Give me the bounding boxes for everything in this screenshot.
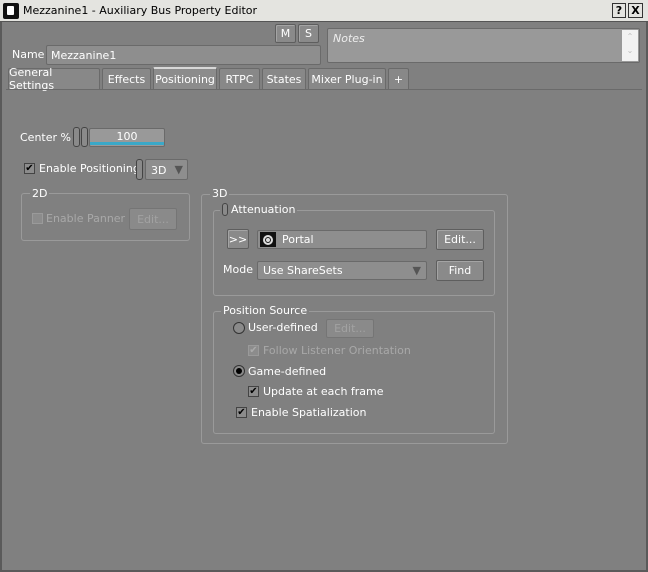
game-defined-radio[interactable]: [233, 365, 245, 377]
find-button[interactable]: Find: [436, 260, 484, 281]
attenuation-group: [213, 210, 495, 296]
enable-spatialization-label: Enable Spatialization: [251, 406, 367, 419]
positioning-mode-value: 3D: [151, 164, 167, 177]
enable-spatialization-checkbox[interactable]: ✔: [236, 407, 247, 418]
attenuation-expand-button[interactable]: >>: [227, 229, 249, 249]
follow-listener-checkbox[interactable]: ✔: [248, 345, 259, 356]
rtpc-handle-icon[interactable]: [222, 203, 228, 216]
user-defined-radio[interactable]: [233, 322, 245, 334]
center-slider[interactable]: 100: [89, 128, 165, 147]
tab-states[interactable]: States: [262, 68, 306, 89]
mode-label: Mode: [223, 263, 253, 276]
edit-panner-button[interactable]: Edit...: [129, 208, 177, 230]
attenuation-shareset-icon: [260, 232, 276, 247]
close-button[interactable]: X: [628, 3, 643, 18]
tab-content-divider: [6, 89, 642, 90]
follow-listener-label: Follow Listener Orientation: [263, 344, 411, 357]
enable-positioning-checkbox[interactable]: ✔: [24, 163, 35, 174]
rtpc-handle-icon[interactable]: [136, 159, 143, 180]
attenuation-mode-dropdown[interactable]: Use ShareSets ▼: [257, 261, 427, 280]
center-slider-fill: [90, 142, 164, 145]
mute-button[interactable]: M: [275, 24, 296, 43]
tab-mixer-plugin[interactable]: Mixer Plug-in: [308, 68, 386, 89]
update-each-frame-checkbox[interactable]: ✔: [248, 386, 259, 397]
solo-button[interactable]: S: [298, 24, 319, 43]
notes-scrollbar[interactable]: ⌃ ⌄: [622, 30, 638, 61]
user-defined-label: User-defined: [248, 321, 318, 334]
rtpc-handle-icon[interactable]: [73, 127, 80, 147]
position-source-title: Position Source: [221, 304, 310, 317]
update-each-frame-label: Update at each frame: [263, 385, 384, 398]
chevron-down-icon: ▼: [412, 264, 421, 277]
enable-positioning-label: Enable Positioning:: [39, 162, 144, 175]
game-defined-label: Game-defined: [248, 365, 327, 378]
title-bar: Mezzanine1 - Auxiliary Bus Property Edit…: [0, 0, 648, 22]
group-3d-title: 3D: [210, 187, 230, 200]
attenuation-legend: Attenuation: [220, 203, 298, 216]
name-field[interactable]: Mezzanine1: [46, 45, 321, 65]
enable-panner-checkbox[interactable]: [32, 213, 43, 224]
attenuation-edit-button[interactable]: Edit...: [436, 229, 484, 250]
tab-add[interactable]: +: [388, 68, 409, 89]
position-edit-button[interactable]: Edit...: [326, 319, 374, 338]
window-title: Mezzanine1 - Auxiliary Bus Property Edit…: [23, 4, 258, 17]
name-label: Name: [12, 48, 45, 61]
notes-field[interactable]: Notes ⌃ ⌄: [327, 28, 640, 63]
center-label: Center %: [20, 131, 71, 144]
tab-general-settings[interactable]: General Settings: [8, 66, 100, 92]
attenuation-title: Attenuation: [231, 203, 296, 216]
tab-rtpc[interactable]: RTPC: [219, 68, 260, 89]
name-value: Mezzanine1: [51, 49, 117, 62]
chevron-down-icon: ▼: [174, 163, 183, 176]
wwise-logo-icon: [3, 3, 19, 19]
attenuation-shareset-value: Portal: [282, 233, 314, 246]
attenuation-mode-value: Use ShareSets: [263, 264, 343, 277]
attenuation-shareset-field[interactable]: Portal: [257, 230, 427, 249]
notes-placeholder: Notes: [333, 32, 365, 45]
group-2d-title: 2D: [30, 187, 50, 200]
tab-effects[interactable]: Effects: [102, 68, 151, 89]
enable-panner-label: Enable Panner: [46, 212, 126, 225]
rtpc-handle-icon[interactable]: [81, 127, 88, 147]
help-button[interactable]: ?: [612, 3, 626, 18]
positioning-mode-dropdown[interactable]: 3D ▼: [145, 159, 188, 180]
tab-positioning[interactable]: Positioning: [153, 67, 217, 89]
